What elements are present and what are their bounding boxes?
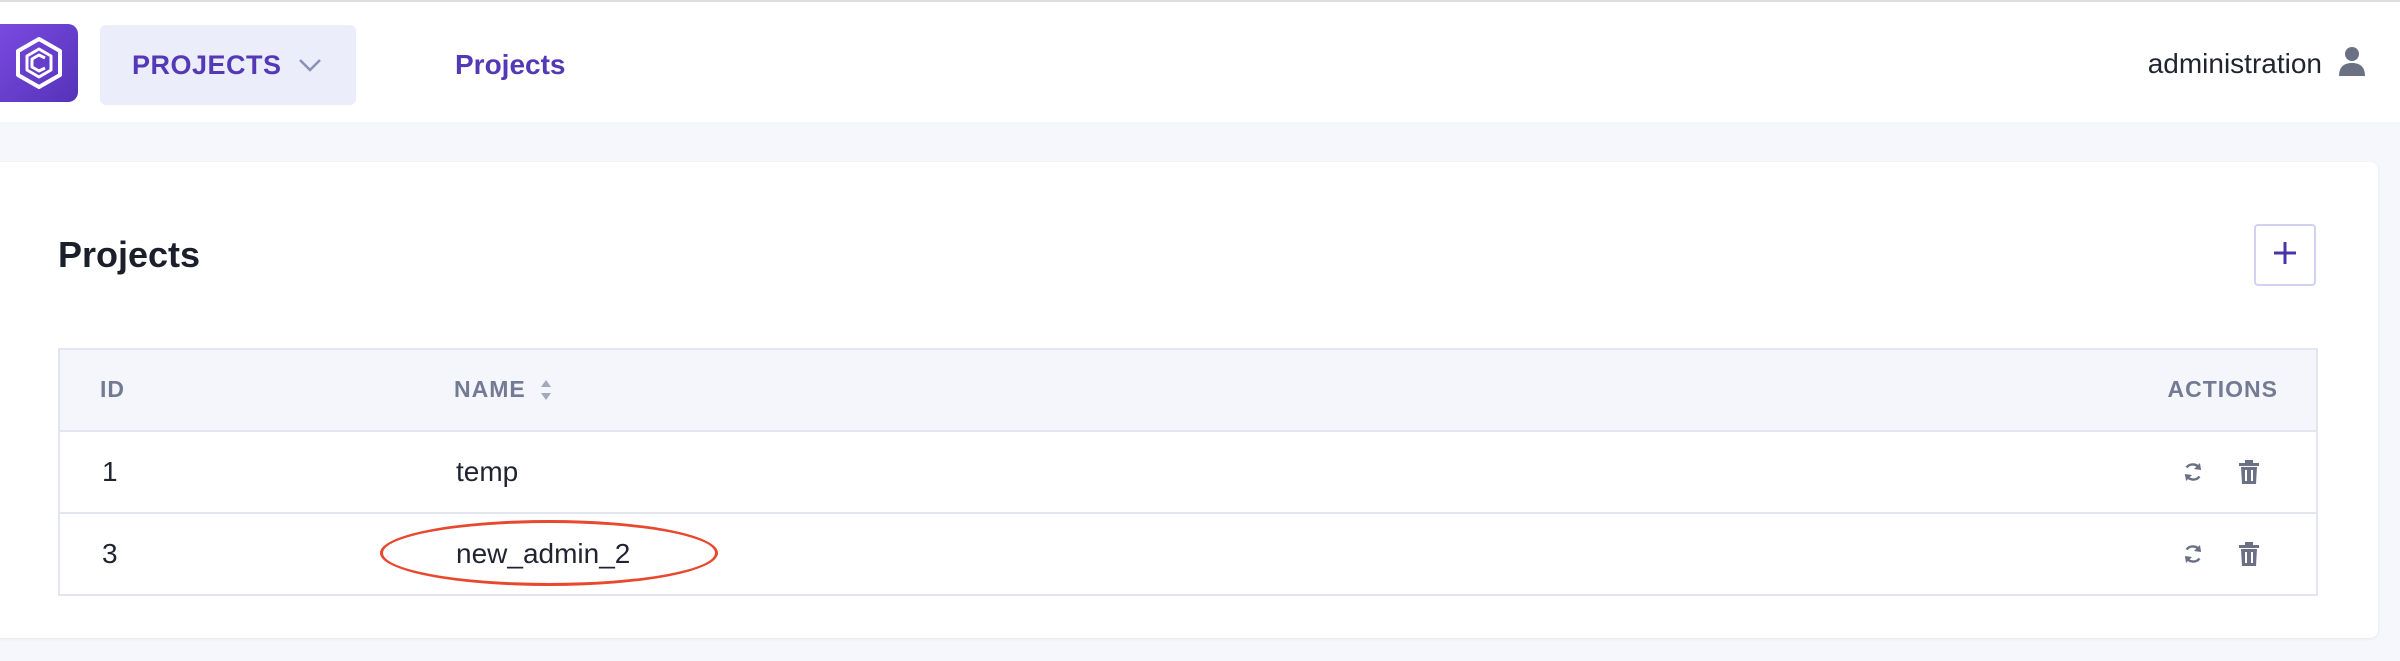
page-title: Projects [58,234,201,275]
projects-dropdown-label: PROJECTS [132,49,282,80]
refresh-icon[interactable] [2178,457,2208,487]
user-name: administration [2147,47,2322,79]
cell-id: 3 [102,538,118,569]
row-actions [2178,539,2264,569]
table-row[interactable]: 1 temp [60,432,2316,512]
projects-dropdown-button[interactable]: PROJECTS [100,25,356,105]
refresh-icon[interactable] [2178,539,2208,569]
table-header: ID NAME ACTIONS [60,350,2316,432]
user-icon [2338,46,2366,81]
cell-name: temp [456,456,519,487]
nav-link-projects[interactable]: Projects [455,49,566,81]
row-actions [2178,457,2264,487]
projects-table: ID NAME ACTIONS 1 temp 3 new_admin_2 [58,348,2318,596]
plus-icon [2272,240,2298,271]
trash-icon[interactable] [2234,539,2264,569]
column-header-name[interactable]: NAME [454,376,552,403]
trash-icon[interactable] [2234,457,2264,487]
cell-name: new_admin_2 [456,538,631,569]
table-row[interactable]: 3 new_admin_2 [60,512,2316,594]
user-menu[interactable]: administration [2148,46,2366,81]
chevron-down-icon [298,58,322,72]
cell-id: 1 [102,456,118,487]
cvat-logo-icon[interactable] [0,24,78,102]
top-bar: PROJECTS Projects administration [0,0,2400,122]
column-header-id: ID [100,376,125,402]
column-header-actions: ACTIONS [2167,376,2278,402]
add-project-button[interactable] [2254,224,2316,286]
sort-icon[interactable] [540,379,552,401]
column-header-name-label: NAME [454,376,526,402]
